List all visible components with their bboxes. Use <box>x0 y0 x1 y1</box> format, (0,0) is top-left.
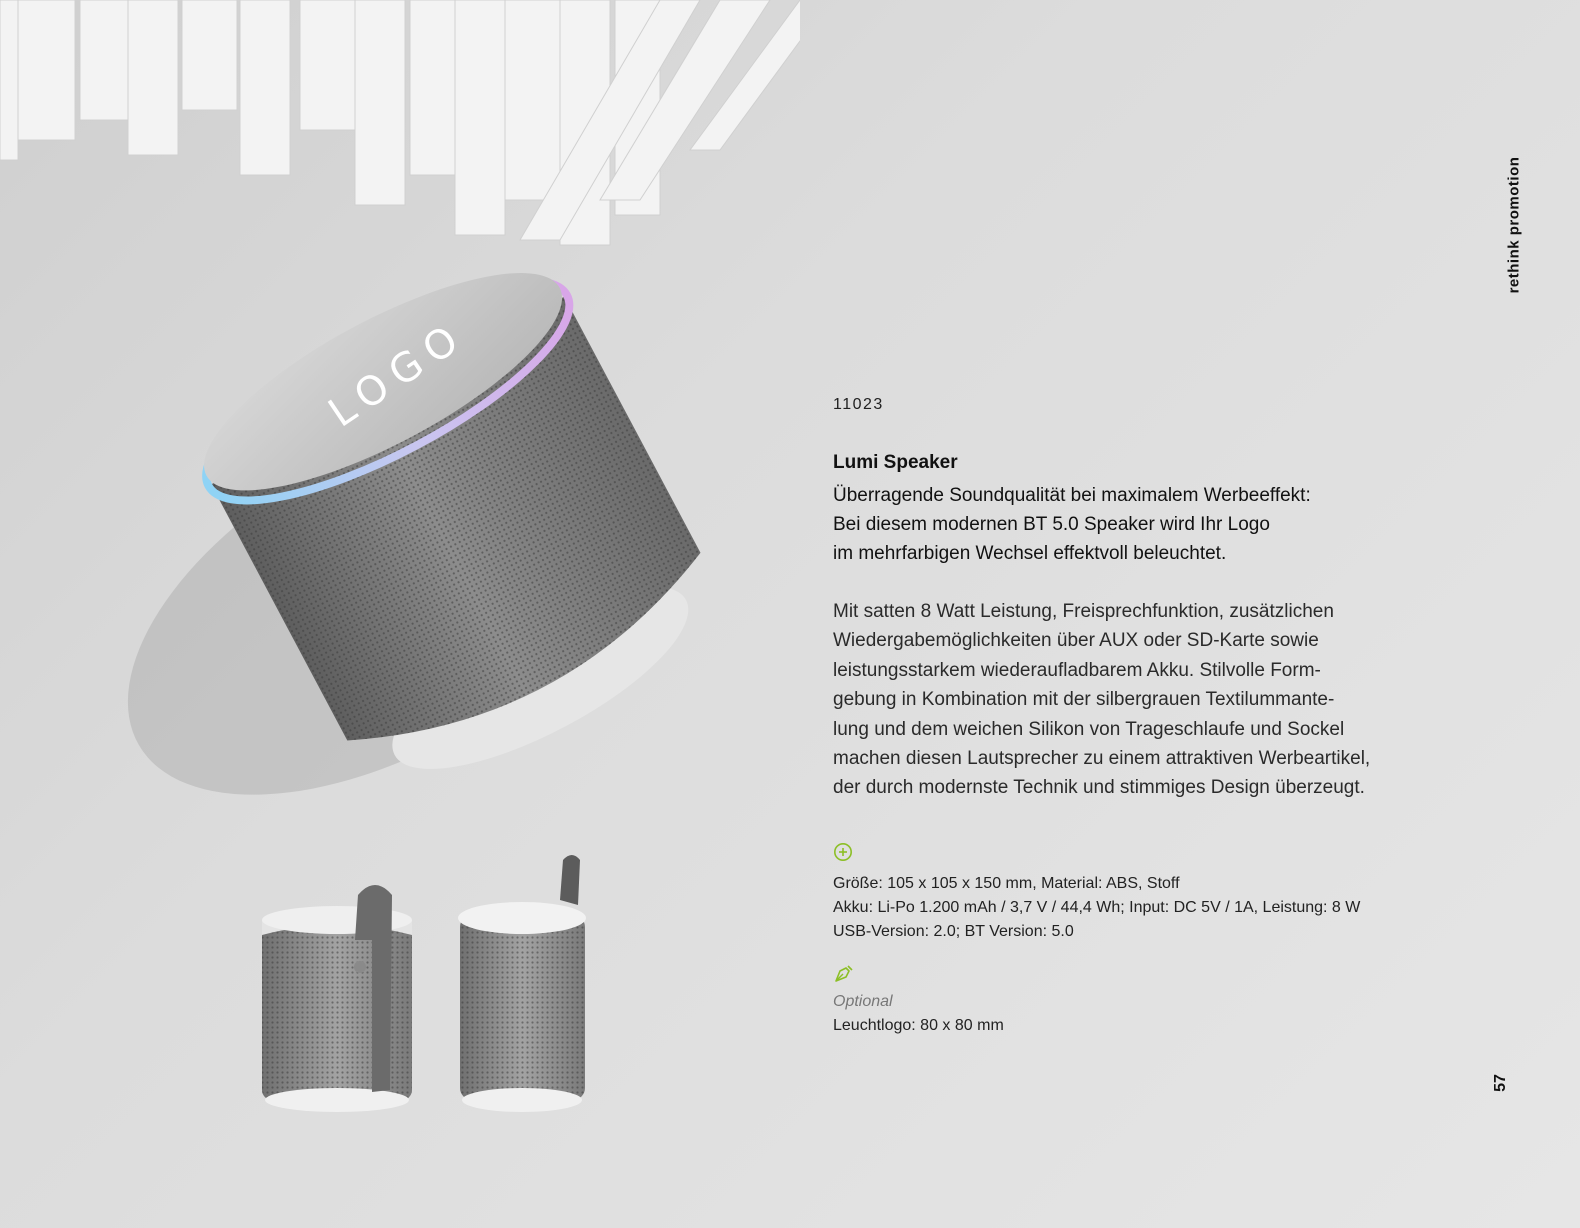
optional-value: Leuchtlogo: 80 x 80 mm <box>833 1017 1004 1034</box>
background-slats <box>0 0 800 246</box>
catalog-page: LOGO 11023 Lumi Speaker Überragende Soun… <box>0 0 1580 1228</box>
small-speaker-right <box>458 855 586 1112</box>
product-photo: LOGO <box>0 0 800 1112</box>
small-speaker-left <box>262 885 412 1112</box>
optional-label: Optional <box>833 993 893 1010</box>
brand-label: rethink promotion <box>1503 145 1525 305</box>
product-description: Mit satten 8 Watt Leistung, Freisprechfu… <box>833 601 1371 799</box>
pen-nib-icon <box>835 965 853 982</box>
product-subtitle: Überragende Soundqualität bei maximalem … <box>833 485 1311 564</box>
page-number: 57 <box>1490 1068 1512 1098</box>
page-number-text: 57 <box>1492 1074 1509 1092</box>
product-specs: Größe: 105 x 105 x 150 mm, Material: ABS… <box>833 875 1361 940</box>
plus-circle-icon <box>834 843 852 861</box>
brand-label-text: rethink promotion <box>1505 156 1523 294</box>
product-title: Lumi Speaker <box>833 452 958 473</box>
article-number: 11023 <box>833 396 884 413</box>
